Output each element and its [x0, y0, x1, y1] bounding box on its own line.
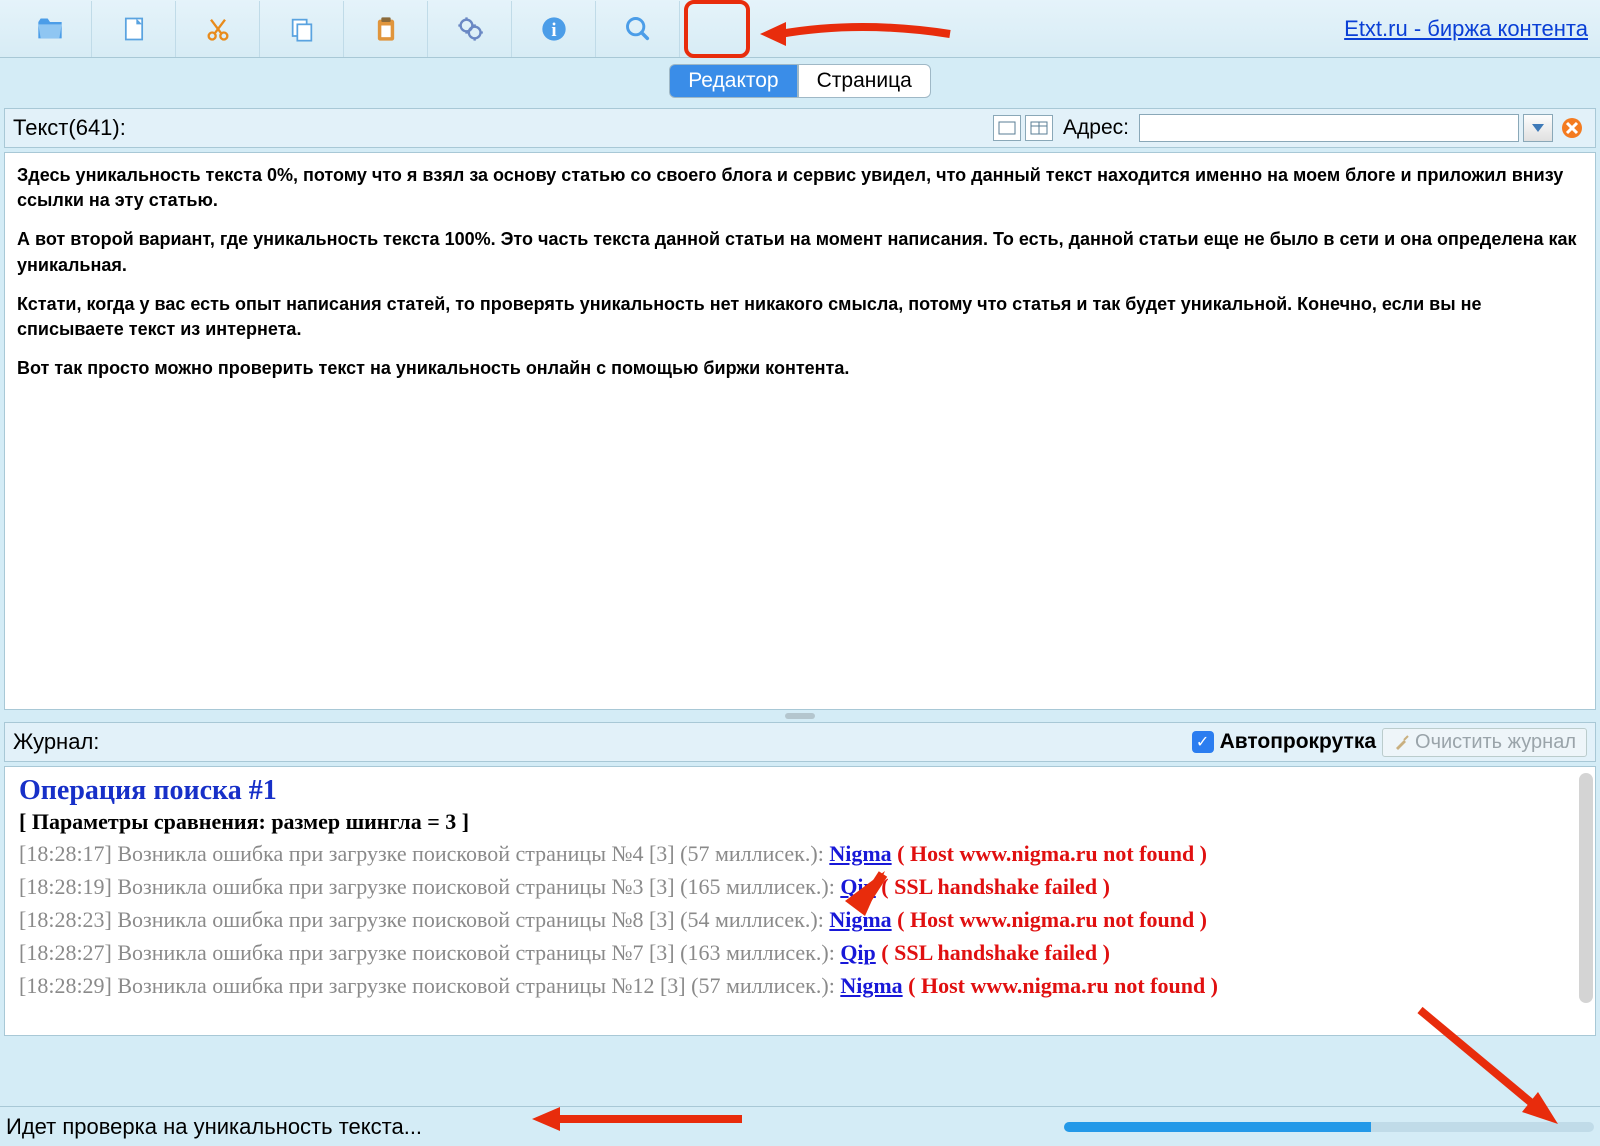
editor-paragraph: Здесь уникальность текста 0%, потому что… [17, 163, 1583, 213]
svg-text:i: i [551, 20, 556, 41]
broom-icon [1393, 733, 1411, 751]
header-link[interactable]: Etxt.ru - биржа контента [1344, 16, 1588, 42]
log-line: [18:28:29] Возникла ошибка при загрузке … [19, 969, 1581, 1002]
autoscroll-label: Автопрокрутка [1220, 730, 1376, 754]
log-body[interactable]: Операция поиска #1 [ Параметры сравнения… [4, 766, 1596, 1036]
editor-paragraph: А вот второй вариант, где уникальность т… [17, 227, 1583, 277]
tab-editor[interactable]: Редактор [669, 64, 797, 98]
status-text: Идет проверка на уникальность текста... [6, 1114, 422, 1140]
text-editor[interactable]: Здесь уникальность текста 0%, потому что… [4, 152, 1596, 710]
clear-log-button[interactable]: Очистить журнал [1382, 728, 1587, 757]
status-bar: Идет проверка на уникальность текста... [0, 1106, 1600, 1146]
splitter[interactable] [0, 710, 1600, 722]
address-dropdown-button[interactable] [1523, 114, 1553, 142]
log-engine-link[interactable]: Qip [840, 940, 875, 965]
log-engine-link[interactable]: Nigma [840, 973, 902, 998]
progress-bar [1064, 1122, 1594, 1132]
log-line: [18:28:19] Возникла ошибка при загрузке … [19, 870, 1581, 903]
copy-button[interactable] [260, 1, 344, 57]
new-button[interactable] [92, 1, 176, 57]
log-engine-link[interactable]: Qip [840, 874, 875, 899]
text-count-label: Текст(641): [13, 115, 126, 141]
view-mode-1-button[interactable] [993, 115, 1021, 141]
log-line: [18:28:23] Возникла ошибка при загрузке … [19, 903, 1581, 936]
log-line: [18:28:27] Возникла ошибка при загрузке … [19, 936, 1581, 969]
view-mode-2-button[interactable] [1025, 115, 1053, 141]
search-button[interactable] [596, 1, 680, 57]
log-operation-title: Операция поиска #1 [19, 775, 1581, 807]
splitter-grip-icon [785, 713, 815, 719]
log-label: Журнал: [13, 729, 99, 755]
toolbar: i Etxt.ru - биржа контента [0, 0, 1600, 58]
address-cancel-button[interactable] [1557, 114, 1587, 142]
log-header: Журнал: ✓ Автопрокрутка Очистить журнал [4, 722, 1596, 762]
tab-bar: Редактор Страница [0, 58, 1600, 104]
tab-page[interactable]: Страница [798, 64, 931, 98]
paste-button[interactable] [344, 1, 428, 57]
progress-fill [1064, 1122, 1371, 1132]
editor-paragraph: Кстати, когда у вас есть опыт написания … [17, 292, 1583, 342]
address-label: Адрес: [1063, 116, 1129, 140]
settings-button[interactable] [428, 1, 512, 57]
info-button[interactable]: i [512, 1, 596, 57]
log-line: [18:28:17] Возникла ошибка при загрузке … [19, 837, 1581, 870]
editor-paragraph: Вот так просто можно проверить текст на … [17, 356, 1583, 381]
clear-log-label: Очистить журнал [1415, 731, 1576, 754]
cut-button[interactable] [176, 1, 260, 57]
scrollbar[interactable] [1579, 773, 1593, 1003]
autoscroll-checkbox[interactable]: ✓ [1192, 731, 1214, 753]
log-params: [ Параметры сравнения: размер шингла = 3… [19, 809, 1581, 835]
address-input[interactable] [1139, 114, 1519, 142]
info-bar: Текст(641): Адрес: [4, 108, 1596, 148]
log-engine-link[interactable]: Nigma [829, 841, 891, 866]
log-engine-link[interactable]: Nigma [829, 907, 891, 932]
open-button[interactable] [8, 1, 92, 57]
